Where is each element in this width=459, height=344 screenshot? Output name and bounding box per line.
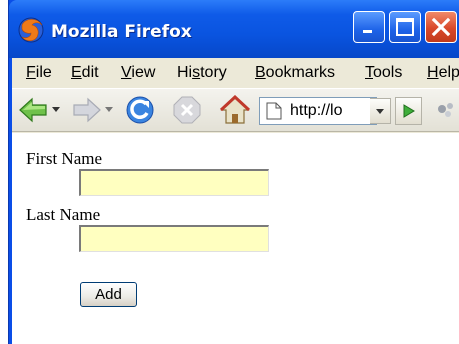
url-history-dropdown[interactable]	[370, 98, 391, 124]
page-content: First Name Last Name Add	[12, 133, 459, 344]
back-arrow-icon[interactable]	[18, 95, 50, 125]
firefox-logo-icon	[18, 17, 44, 43]
menu-bookmarks[interactable]: Bookmarks	[255, 64, 335, 82]
reload-icon[interactable]	[124, 95, 156, 125]
menu-history[interactable]: History	[177, 64, 227, 82]
menu-file[interactable]: File	[26, 64, 52, 82]
add-button[interactable]: Add	[80, 282, 137, 307]
maximize-icon	[396, 18, 414, 36]
go-button[interactable]	[395, 97, 422, 125]
forward-arrow-icon[interactable]	[70, 95, 102, 125]
throbber-icon	[438, 103, 453, 117]
stop-icon[interactable]	[172, 95, 202, 125]
first-name-label: First Name	[26, 149, 103, 168]
browser-window: Mozilla Firefox File Edit View History B…	[8, 0, 459, 344]
home-icon[interactable]	[219, 95, 251, 125]
menu-tools[interactable]: Tools	[365, 64, 402, 82]
menu-view[interactable]: View	[121, 64, 155, 82]
close-icon	[431, 17, 451, 37]
menu-edit[interactable]: Edit	[71, 64, 99, 82]
first-name-input[interactable]	[79, 169, 269, 196]
go-icon	[403, 104, 415, 118]
minimize-icon	[363, 30, 372, 33]
menu-help[interactable]: Help	[427, 64, 459, 82]
url-text: http://lo	[290, 102, 343, 119]
last-name-label: Last Name	[26, 205, 101, 224]
chevron-down-icon	[376, 109, 384, 114]
close-button[interactable]	[425, 11, 457, 43]
window-title: Mozilla Firefox	[51, 22, 192, 42]
minimize-button[interactable]	[353, 11, 385, 43]
navigation-toolbar: http://lo	[12, 88, 459, 132]
browser-client-area: File Edit View History Bookmarks Tools H…	[12, 58, 459, 344]
last-name-input[interactable]	[79, 225, 269, 252]
maximize-button[interactable]	[389, 11, 421, 43]
forward-dropdown-icon[interactable]	[105, 107, 113, 113]
menu-bar: File Edit View History Bookmarks Tools H…	[12, 58, 459, 88]
title-bar[interactable]: Mozilla Firefox	[9, 0, 459, 58]
url-bar[interactable]: http://lo	[259, 97, 377, 125]
page-icon	[266, 102, 282, 120]
back-dropdown-icon[interactable]	[52, 107, 60, 113]
